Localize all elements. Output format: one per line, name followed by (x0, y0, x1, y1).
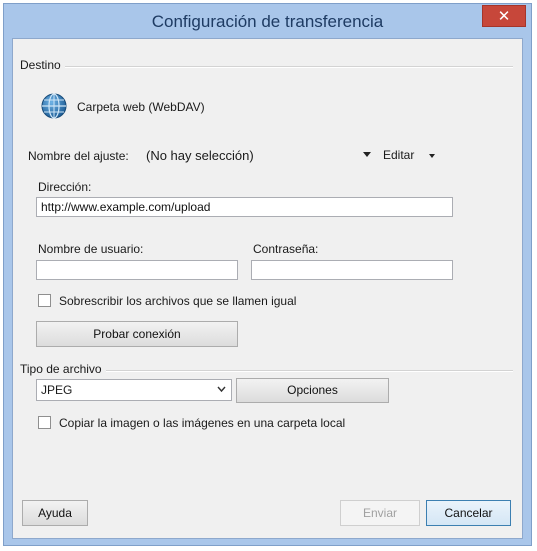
overwrite-label: Sobrescribir los archivos que se llamen … (59, 294, 297, 308)
destination-separator (21, 66, 513, 68)
address-label: Dirección: (38, 180, 92, 194)
copy-local-checkbox[interactable] (38, 416, 51, 429)
username-label: Nombre de usuario: (38, 242, 144, 256)
cancel-button[interactable]: Cancelar (426, 500, 511, 526)
options-button[interactable]: Opciones (236, 378, 389, 403)
edit-label: Editar (383, 148, 415, 162)
test-connection-button[interactable]: Probar conexión (36, 321, 238, 347)
dialog-title: Configuración de transferencia (151, 12, 384, 31)
file-type-select[interactable]: JPEG (36, 379, 232, 401)
dialog-window: Configuración de transferencia ✕ Destino… (3, 3, 532, 546)
file-type-group-label: Tipo de archivo (20, 362, 106, 376)
password-label: Contraseña: (253, 242, 319, 256)
file-type-value: JPEG (41, 383, 73, 397)
close-button[interactable]: ✕ (482, 5, 526, 27)
setting-name-label: Nombre del ajuste: (28, 149, 129, 163)
close-icon: ✕ (497, 8, 511, 25)
overwrite-checkbox[interactable] (38, 294, 51, 307)
password-input[interactable] (251, 260, 453, 280)
chevron-down-icon (363, 152, 371, 157)
destination-group-label: Destino (20, 58, 65, 72)
edit-menu-button[interactable]: Editar (381, 143, 441, 167)
username-input[interactable] (36, 260, 238, 280)
setting-name-dropdown[interactable]: (No hay selección) (140, 143, 375, 167)
chevron-down-icon (217, 386, 226, 393)
globe-icon (41, 93, 67, 119)
copy-local-label: Copiar la imagen o las imágenes en una c… (59, 416, 346, 430)
help-button[interactable]: Ayuda (22, 500, 88, 526)
send-button[interactable]: Enviar (340, 500, 420, 526)
title-bar[interactable]: Configuración de transferencia ✕ (4, 4, 531, 38)
setting-name-value: (No hay selección) (146, 148, 254, 163)
chevron-down-icon (429, 154, 435, 158)
destination-type-label: Carpeta web (WebDAV) (77, 100, 205, 114)
dialog-body: Destino Carpeta web (WebDAV) Nombre del … (12, 38, 523, 539)
address-input[interactable] (36, 197, 453, 217)
